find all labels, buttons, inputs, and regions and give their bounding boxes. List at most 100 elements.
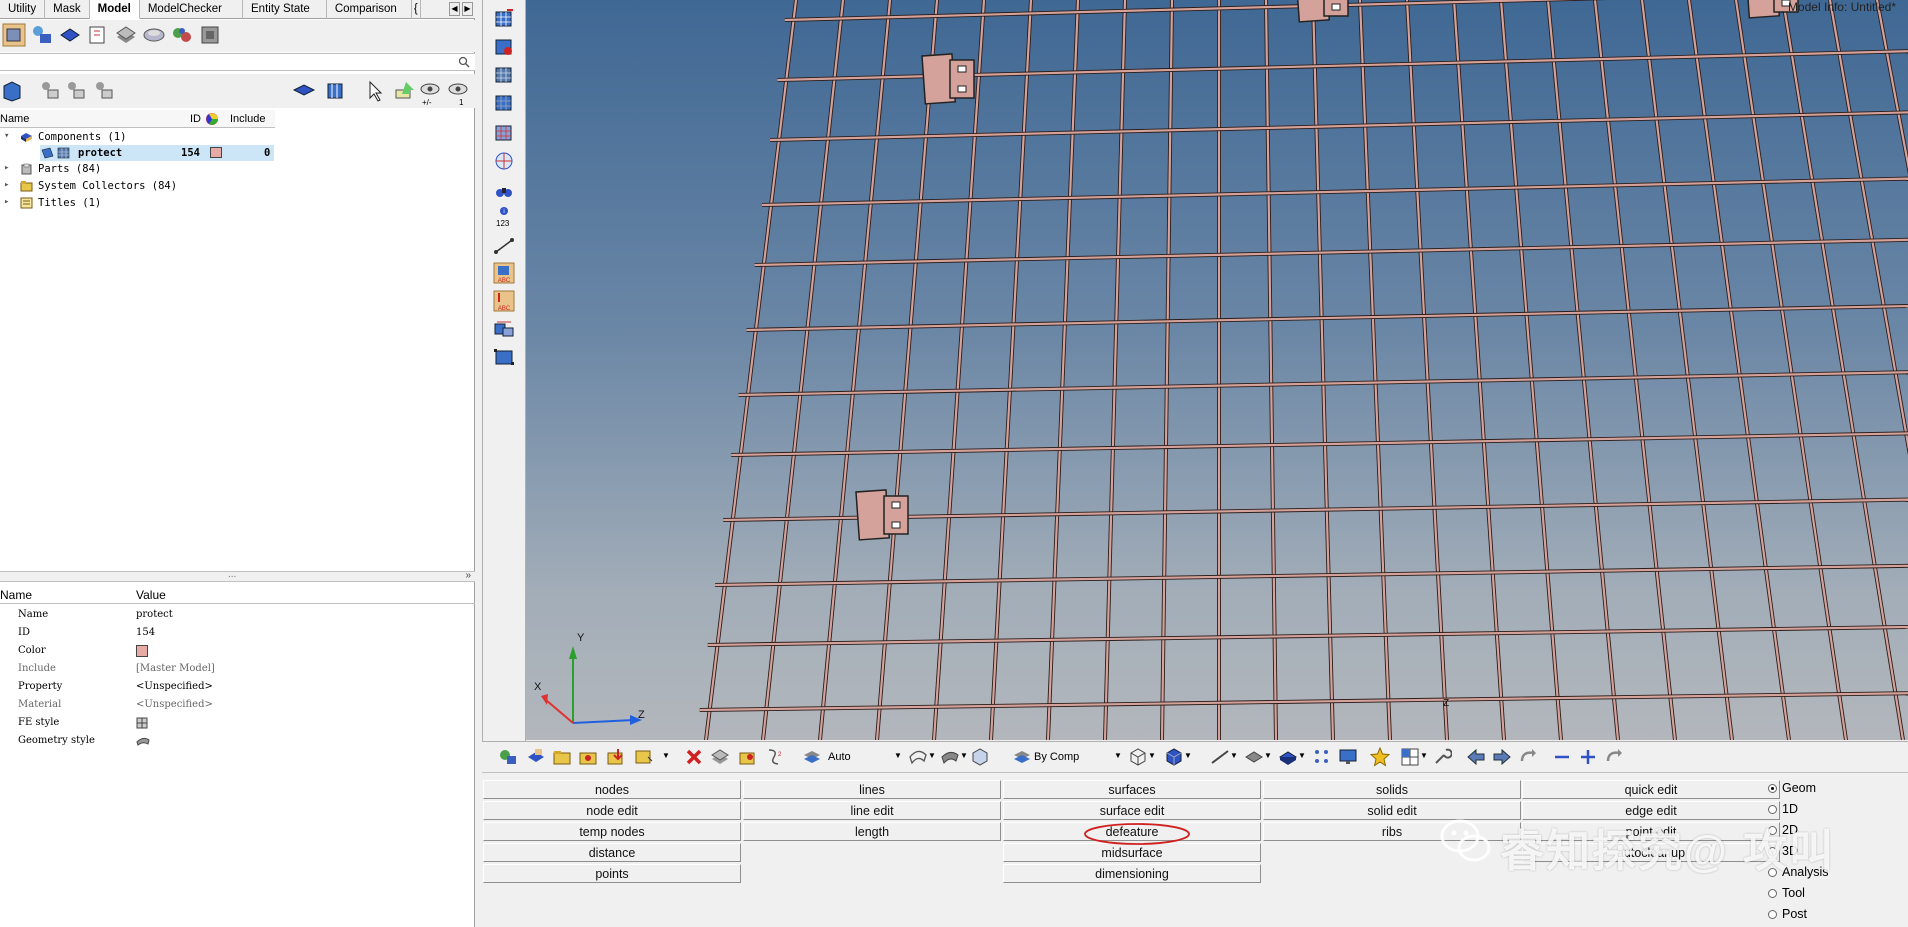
dropdown-arrow-icon[interactable]: ▼ (1420, 751, 1428, 760)
mode-1d[interactable]: 1D (1768, 802, 1798, 816)
open-folder-icon[interactable] (552, 747, 572, 767)
tab-overflow[interactable]: { (412, 0, 421, 19)
isolate-icon[interactable] (292, 80, 316, 102)
1d-line-icon[interactable] (1210, 747, 1230, 767)
dropdown-arrow-icon[interactable]: ▼ (894, 751, 902, 760)
color-swatch[interactable] (136, 645, 148, 657)
properties-view-icon[interactable] (114, 23, 138, 47)
points-button[interactable]: points (483, 864, 741, 883)
prop-row-color[interactable]: Color (0, 642, 475, 660)
splitter-grip[interactable]: ... (228, 569, 236, 580)
dropdown-arrow-icon[interactable]: ▼ (1264, 751, 1272, 760)
filter-tree-icon[interactable] (92, 80, 116, 102)
layout-grid-icon[interactable] (1400, 747, 1420, 767)
geometry-style-icon[interactable] (136, 736, 150, 746)
collapse-toggle-icon[interactable]: ▾ (4, 132, 13, 141)
collapse-chevron-icon[interactable]: » (465, 570, 471, 581)
part-view-icon[interactable] (58, 23, 82, 47)
tab-scroll-left-icon[interactable]: ◀ (449, 2, 460, 16)
reset-icon[interactable]: 2 (764, 747, 784, 767)
fe-style-icon[interactable] (136, 717, 148, 729)
distance-button[interactable]: distance (483, 843, 741, 862)
surface-red-icon[interactable] (493, 36, 515, 58)
mode-geom[interactable]: Geom (1768, 781, 1816, 795)
shaded-surface-icon[interactable] (493, 8, 515, 30)
zoom-out-minus-icon[interactable] (1552, 747, 1572, 767)
tree-row[interactable]: ▸ Parts (84) (0, 161, 475, 177)
wrench-icon[interactable] (1432, 747, 1452, 767)
prop-value[interactable]: <Unspecified> (136, 681, 213, 692)
mode-post[interactable]: Post (1768, 907, 1807, 921)
shaded-mesh-icon[interactable] (1164, 747, 1184, 767)
color-by-comp-icon[interactable] (1012, 747, 1032, 767)
surfaces-button[interactable]: surfaces (1003, 780, 1261, 799)
label-abc-icon[interactable]: ABC (493, 262, 515, 284)
shaded-geometry-icon[interactable] (940, 747, 960, 767)
display-mode-icon[interactable] (2, 80, 26, 102)
color-wheel-icon[interactable] (205, 112, 219, 126)
quick-edit-button[interactable]: quick edit (1522, 780, 1780, 799)
dropdown-arrow-icon[interactable]: ▼ (928, 751, 936, 760)
expand-tree-icon[interactable] (38, 80, 62, 102)
solids-button[interactable]: solids (1263, 780, 1521, 799)
radio-icon[interactable] (1768, 910, 1777, 919)
mode-tool[interactable]: Tool (1768, 886, 1805, 900)
collapse-tree-icon[interactable] (64, 80, 88, 102)
panel-splitter[interactable]: ... » (0, 569, 475, 582)
dropdown-arrow-icon[interactable]: ▼ (1148, 751, 1156, 760)
open-model-icon[interactable] (498, 747, 518, 767)
mesh-display-icon[interactable] (493, 92, 515, 114)
label-abc-arrow-icon[interactable]: ABC (493, 290, 515, 312)
lines-button[interactable]: lines (743, 780, 1001, 799)
expand-toggle-icon[interactable]: ▸ (4, 164, 13, 173)
tab-scroll-right-icon[interactable]: ▶ (462, 2, 473, 16)
solid-display-icon[interactable] (970, 747, 990, 767)
tab-model[interactable]: Model (89, 0, 140, 19)
prop-value[interactable]: 154 (136, 627, 155, 638)
radio-icon[interactable] (1768, 889, 1777, 898)
dropdown-arrow-icon[interactable]: ▼ (1298, 751, 1306, 760)
component-color-swatch[interactable] (210, 147, 222, 158)
measure-distance-icon[interactable] (493, 234, 515, 256)
col-name[interactable]: Name (0, 113, 29, 125)
prop-value[interactable]: protect (136, 609, 173, 620)
auto-dropdown[interactable]: Auto (828, 751, 851, 763)
nodes-button[interactable]: nodes (483, 780, 741, 799)
tab-mask[interactable]: Mask (45, 0, 90, 19)
surface-edit-button[interactable]: surface edit (1003, 801, 1261, 820)
tab-comparison[interactable]: Comparison (327, 0, 412, 19)
monitor-icon[interactable] (1338, 747, 1358, 767)
tab-utility[interactable]: Utility (0, 0, 46, 19)
wireframe-icon[interactable] (493, 64, 515, 86)
expand-toggle-icon[interactable]: ▸ (4, 198, 13, 207)
tree-row[interactable]: ▾ Components (1) (0, 129, 475, 145)
frame-surface-icon[interactable] (493, 346, 515, 368)
transparency-icon[interactable] (493, 150, 515, 172)
groups-view-icon[interactable] (170, 23, 194, 47)
dropdown-arrow-icon[interactable]: ▼ (662, 751, 670, 760)
sets-view-icon[interactable] (142, 23, 166, 47)
dropdown-arrow-icon[interactable]: ▼ (960, 751, 968, 760)
expand-toggle-icon[interactable]: ▸ (4, 181, 13, 190)
prop-row-name[interactable]: Name protect (0, 606, 475, 624)
tree-row[interactable]: ▸ Titles (1) (0, 195, 475, 211)
wireframe-cube-icon[interactable] (1128, 747, 1148, 767)
radio-selected-icon[interactable] (1768, 784, 1777, 793)
materials-view-icon[interactable] (86, 23, 110, 47)
graphics-viewport[interactable]: Model Info: Untitled* Y X Z Z (526, 0, 1908, 740)
grid-points-icon[interactable] (1312, 747, 1332, 767)
search-icon[interactable] (458, 56, 470, 68)
prop-row-fe-style[interactable]: FE style (0, 714, 475, 732)
dimensioning-button[interactable]: dimensioning (1003, 864, 1261, 883)
connector-icon[interactable] (493, 318, 515, 340)
element-color-icon[interactable] (493, 122, 515, 144)
mask-icon[interactable] (710, 747, 730, 767)
zoom-in-plus-icon[interactable] (1578, 747, 1598, 767)
geometry-display-icon[interactable] (908, 747, 928, 767)
select-cursor-icon[interactable] (364, 80, 388, 102)
tree-row[interactable]: ▸ System Collectors (84) (0, 178, 475, 194)
save-icon[interactable] (634, 747, 654, 767)
browser-search-field[interactable] (0, 53, 475, 71)
dropdown-arrow-icon[interactable]: ▼ (1114, 751, 1122, 760)
solver-view-icon[interactable] (198, 23, 222, 47)
